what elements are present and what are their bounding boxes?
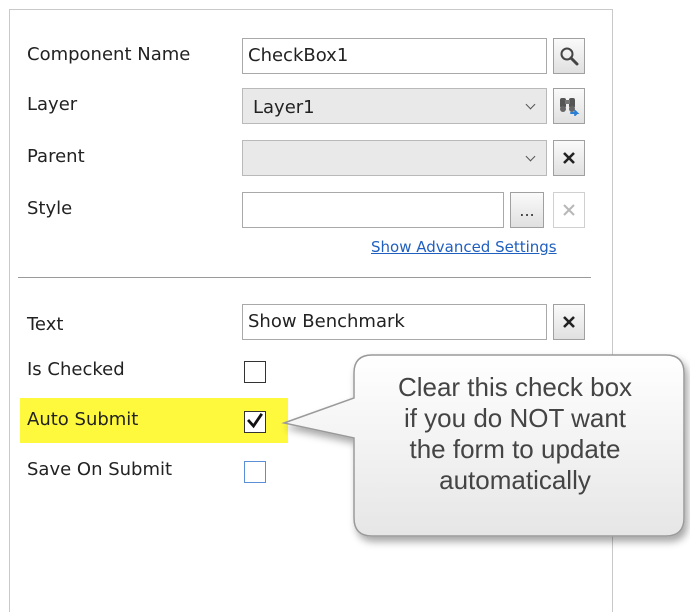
callout-line: Clear this check box (397, 372, 633, 402)
callout-balloon (281, 354, 685, 537)
callout-line: the form to update (409, 434, 621, 464)
callout-line: automatically (439, 465, 591, 495)
callout-text: Clear this check box if you do NOT want … (350, 372, 680, 496)
callout-line: if you do NOT want (403, 403, 627, 433)
